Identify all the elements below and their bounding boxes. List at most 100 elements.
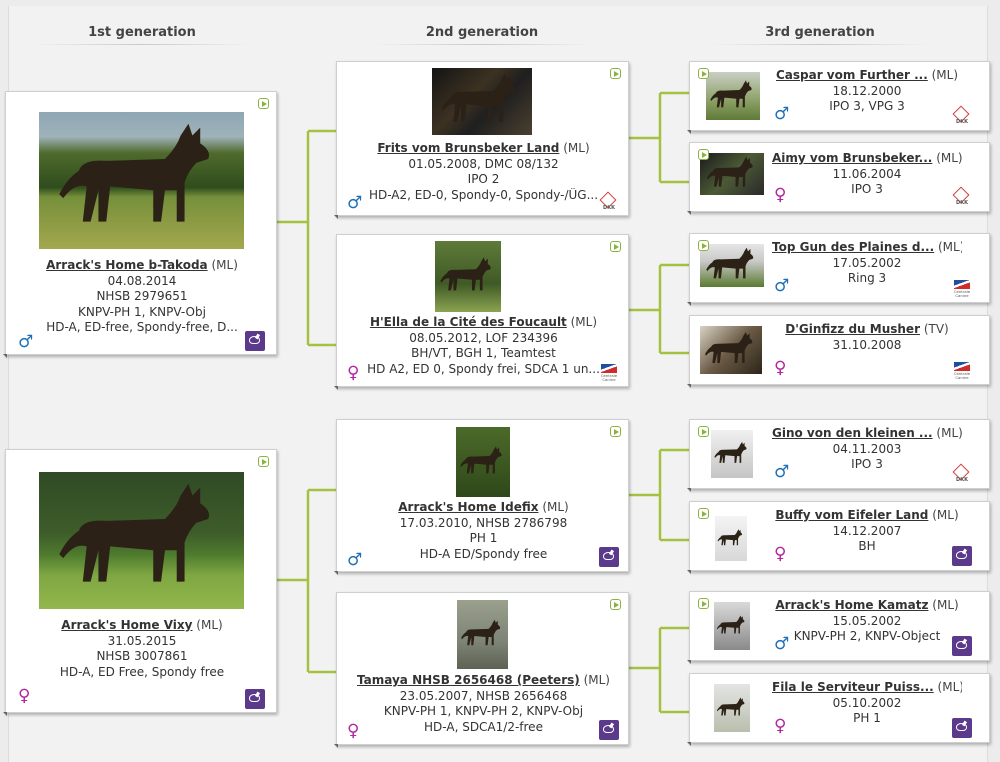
dog-thumbnail-photo[interactable]	[700, 326, 762, 374]
dog-card-g3-5[interactable]: Buffy vom Eifeler Land (ML) 14.12.2007 BH ♀	[687, 501, 990, 574]
dog-variety: (ML)	[936, 151, 962, 165]
dog-name-link[interactable]: Aimy vom Brunsbeker...	[772, 151, 932, 165]
dog-name-link[interactable]: Fila le Serviteur Puiss...	[772, 680, 934, 694]
dog-thumbnail-photo[interactable]	[700, 244, 764, 287]
knpv-logo-icon	[952, 636, 972, 656]
dog-standing-field-photo[interactable]	[39, 112, 244, 249]
dog-variety: (ML)	[563, 141, 590, 155]
dog-name-row: Arrack's Home Vixy (ML)	[6, 618, 278, 634]
dog-detail-line: 23.05.2007, NHSB 2656468	[399, 688, 568, 703]
dog-name-row: H'Ella de la Cité des Foucault (ML)	[337, 315, 630, 331]
dog-card-g1-0[interactable]: Arrack's Home b-Takoda (ML) 04.08.2014 NHS…	[3, 91, 277, 358]
dog-detail-line: 15.05.2002	[832, 613, 902, 628]
dog-card-g2-0[interactable]: Frits vom Brunsbeker Land (ML) 01.05.2008…	[334, 61, 630, 219]
video-play-icon[interactable]	[610, 426, 621, 437]
dog-name-link[interactable]: Buffy vom Eifeler Land	[775, 508, 928, 522]
dog-standing-lawn-photo[interactable]	[39, 472, 244, 609]
knpv-logo-icon	[599, 547, 619, 567]
dog-name-link[interactable]: Gino von den kleinen ...	[772, 426, 933, 440]
dog-card-g2-2[interactable]: Arrack's Home Idefix (ML) 17.03.2010, NHS…	[334, 419, 629, 575]
dog-name-link[interactable]: Arrack's Home b-Takoda	[46, 258, 208, 272]
dog-name-link[interactable]: Frits vom Brunsbeker Land	[377, 141, 559, 155]
knpv-logo-icon	[245, 331, 265, 351]
dog-detail-line: PH 1	[853, 711, 881, 725]
dog-variety: (TV)	[923, 322, 949, 336]
dog-detail-line: 04.11.2003	[832, 441, 902, 456]
video-play-icon[interactable]	[698, 508, 709, 519]
dog-thumbnail-photo[interactable]	[715, 516, 747, 561]
male-symbol-icon: ♂	[774, 104, 790, 124]
dog-info: Caspar vom Further ... (ML) 18.12.2000 IPO…	[772, 68, 962, 115]
dog-card-g3-7[interactable]: Fila le Serviteur Puiss... (ML) 05.10.200…	[687, 673, 990, 746]
dog-variety: (ML)	[932, 598, 959, 612]
video-play-icon[interactable]	[258, 456, 269, 467]
dog-info: Arrack's Home Vixy (ML) 31.05.2015 NHSB 30…	[6, 618, 278, 680]
video-play-icon[interactable]	[610, 68, 621, 79]
video-play-icon[interactable]	[698, 240, 709, 251]
dog-name-row: Frits vom Brunsbeker Land (ML)	[337, 141, 630, 157]
dog-info: Tamaya NHSB 2656468 (Peeters) (ML) 23.05.…	[337, 673, 630, 735]
dog-card-g2-1[interactable]: H'Ella de la Cité des Foucault (ML) 08.05…	[334, 234, 630, 390]
video-play-icon[interactable]	[698, 68, 709, 79]
dog-info: Aimy vom Brunsbeker... (ML) 11.06.2004 IPO…	[772, 151, 962, 198]
dog-card-g3-6[interactable]: Arrack's Home Kamatz (ML) 15.05.2002 KNPV-…	[687, 591, 990, 664]
dog-name-link[interactable]: Top Gun des Plaines d...	[772, 240, 934, 254]
female-symbol-icon: ♀	[774, 358, 787, 378]
dog-name-link[interactable]: H'Ella de la Cité des Foucault	[370, 315, 567, 329]
video-play-icon[interactable]	[698, 149, 709, 160]
male-symbol-icon: ♂	[18, 332, 34, 352]
dkk-logo-icon	[952, 106, 972, 126]
knpv-logo-icon	[599, 720, 619, 740]
dog-thumbnail-photo[interactable]	[706, 72, 760, 120]
dog-card-g3-1[interactable]: Aimy vom Brunsbeker... (ML) 11.06.2004 IPO…	[687, 142, 990, 215]
dog-card-g3-0[interactable]: Caspar vom Further ... (ML) 18.12.2000 IPO…	[687, 61, 990, 134]
video-play-icon[interactable]	[610, 599, 621, 610]
dog-variety: (ML)	[211, 258, 238, 272]
dog-card-g2-3[interactable]: Tamaya NHSB 2656468 (Peeters) (ML) 23.05.…	[334, 592, 630, 748]
dog-name-link[interactable]: Tamaya NHSB 2656468 (Peeters)	[357, 673, 580, 687]
dog-detail-line: IPO 3	[851, 182, 883, 196]
dog-name-link[interactable]: D'Ginfizz du Musher	[785, 322, 920, 336]
female-symbol-icon: ♀	[347, 721, 360, 741]
female-symbol-icon: ♀	[347, 363, 360, 383]
video-play-icon[interactable]	[698, 598, 709, 609]
dog-name-row: Caspar vom Further ... (ML)	[772, 68, 962, 84]
female-symbol-icon: ♀	[774, 185, 787, 205]
dog-card-g3-3[interactable]: D'Ginfizz du Musher (TV) 31.10.2008 ♀	[687, 315, 990, 388]
dog-detail-line: IPO 2	[467, 172, 500, 186]
dog-portrait-photo[interactable]	[456, 427, 510, 497]
dog-sitting-photo[interactable]	[457, 600, 508, 669]
dog-detail-line: 31.05.2015	[107, 633, 177, 648]
dog-card-g1-1[interactable]: Arrack's Home Vixy (ML) 31.05.2015 NHSB 30…	[3, 449, 278, 716]
dkk-logo-icon	[952, 464, 972, 484]
dog-thumbnail-photo[interactable]	[711, 430, 753, 478]
dog-collage-photo[interactable]	[432, 68, 532, 135]
dog-info: H'Ella de la Cité des Foucault (ML) 08.05…	[337, 315, 630, 377]
dog-card-g3-4[interactable]: Gino von den kleinen ... (ML) 04.11.2003 I…	[687, 419, 990, 492]
gen1-header: 1st generation	[22, 25, 262, 45]
dkk-logo-icon	[952, 187, 972, 207]
dog-detail-line: 17.05.2002	[832, 255, 902, 270]
dog-detail-line: 01.05.2008, DMC 08/132	[408, 156, 559, 171]
video-play-icon[interactable]	[610, 241, 621, 252]
dog-name-link[interactable]: Arrack's Home Idefix	[398, 500, 538, 514]
dog-detail-line: 04.08.2014	[107, 273, 177, 288]
dog-name-link[interactable]: Arrack's Home Vixy	[61, 618, 192, 632]
dog-detail-line: 18.12.2000	[832, 83, 902, 98]
dog-detail-line: 17.03.2010, NHSB 2786798	[399, 515, 568, 530]
video-play-icon[interactable]	[258, 98, 269, 109]
dog-detail-line: BH	[858, 539, 876, 553]
dog-detail-line: 31.10.2008	[832, 337, 902, 352]
dog-name-link[interactable]: Arrack's Home Kamatz	[775, 598, 928, 612]
dog-variety: (ML)	[542, 500, 569, 514]
dog-thumbnail-photo[interactable]	[714, 684, 750, 732]
dog-thumbnail-photo[interactable]	[700, 153, 764, 195]
dog-thumbnail-photo[interactable]	[714, 602, 750, 650]
gen2-header: 2nd generation	[362, 25, 602, 45]
dog-with-toy-photo[interactable]	[435, 241, 501, 312]
knpv-logo-icon	[245, 689, 265, 709]
video-play-icon[interactable]	[698, 426, 709, 437]
male-symbol-icon: ♂	[347, 550, 363, 570]
dog-name-link[interactable]: Caspar vom Further ...	[776, 68, 928, 82]
dog-card-g3-2[interactable]: Top Gun des Plaines d... (ML) 17.05.2002 R…	[687, 233, 990, 306]
